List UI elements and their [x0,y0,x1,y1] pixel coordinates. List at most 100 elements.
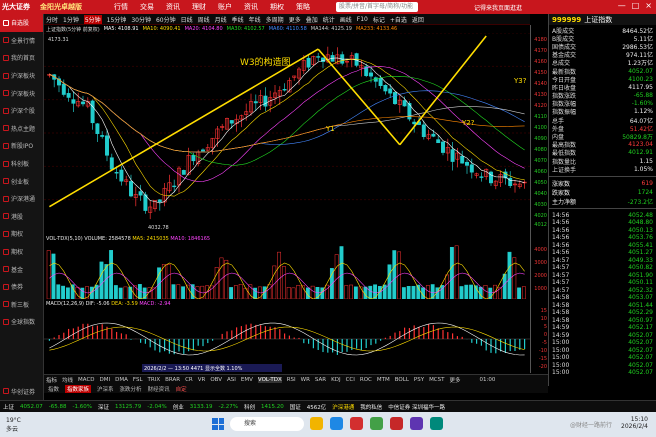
period-tab[interactable]: 1分钟 [63,15,79,24]
tick-list[interactable]: 14:56 4052.48 14:56 4048.80 14:56 4050.13 14:5… [549,211,656,377]
period-tab[interactable]: 周线 [198,15,210,24]
period-tab[interactable]: 多周期 [266,15,284,24]
app-icon[interactable] [430,417,443,430]
indicator-tab[interactable]: RSI [287,377,296,383]
period-tab[interactable]: 日线 [181,15,193,24]
stock-search-input[interactable]: 股票/拼音/首字母/简称/功能 [336,2,418,12]
indicator-tab[interactable]: TRIX [148,377,161,383]
sidebar-item[interactable]: 新三板 [0,296,43,314]
broker-app-icon[interactable] [390,417,403,430]
indicator-tab[interactable]: VR [198,377,206,383]
app-icon[interactable] [410,417,423,430]
close-icon[interactable]: × [645,1,652,10]
sidebar-item[interactable]: 自选股 [0,14,43,32]
period-tab[interactable]: 30分钟 [131,15,151,24]
weather-widget[interactable]: 19°C 多云 [0,417,60,433]
indicator-tab[interactable]: KDJ [331,377,340,383]
sidebar-item[interactable]: 全景行情 [0,32,43,50]
indicator-tab[interactable]: CR [185,377,193,383]
period-tab[interactable]: 5分钟 [83,14,102,24]
menu-item-options[interactable]: 期权 [270,2,284,12]
taskbar-search[interactable]: 搜索 [230,417,304,431]
indicator-tab[interactable]: ROC [360,377,372,383]
menu-item-news[interactable]: 资讯 [166,2,180,12]
sidebar-item[interactable]: 港股 [0,208,43,226]
menu-item-trade[interactable]: 交易 [140,2,154,12]
sub-tab[interactable]: 自定 [176,385,187,393]
indicator-tab[interactable]: FSL [133,377,143,383]
macd-bar [375,339,377,344]
sidebar-item[interactable]: 新股IPO [0,137,43,155]
sidebar-item[interactable]: 期权 [0,225,43,243]
indicator-tab[interactable]: DMA [115,377,128,383]
sidebar-item[interactable]: 沪深板块 [0,67,43,85]
tick-price: 4048.80 [628,219,653,227]
indicator-tab[interactable]: CCI [346,377,355,383]
indicator-tab[interactable]: BRAR [165,377,180,383]
file-explorer-icon[interactable] [310,417,323,430]
indicator-tab[interactable]: PSY [414,377,424,383]
indicator-tab[interactable]: OBV [210,377,222,383]
wechat-icon[interactable] [370,417,383,430]
sub-tab[interactable]: 涨跌分析 [120,385,142,393]
period-tab[interactable]: F10 [357,16,368,23]
sidebar-item-broker[interactable]: 华创证券 [0,382,44,400]
period-tab[interactable]: 画线 [340,15,352,24]
minimize-icon[interactable]: — [618,1,626,10]
period-tab[interactable]: 叠加 [306,15,318,24]
period-tab[interactable]: 返回 [412,15,424,24]
indicator-tab[interactable]: 均线 [62,376,73,384]
period-tab[interactable]: 统计 [323,15,335,24]
macd-chart[interactable]: 2026/2/2 — 13:50 4471 显示全数 1.10% [44,306,530,372]
indicator-tab[interactable]: MCST [429,377,444,383]
sub-tab[interactable]: 财经资讯 [148,385,170,393]
menu-item-account[interactable]: 账户 [218,2,232,12]
sidebar-item[interactable]: 沪深港通 [0,190,43,208]
menu-item-quotes[interactable]: 行情 [114,2,128,12]
period-tab[interactable]: 年线 [249,15,261,24]
indicator-tab[interactable]: 指标 [46,376,57,384]
menu-item-finance[interactable]: 理财 [192,2,206,12]
indicator-tab[interactable]: DMI [100,377,111,383]
indicator-tab[interactable]: 更多 [450,376,461,384]
sub-tab[interactable]: 指数 [48,385,59,393]
sidebar-item[interactable]: 热点主题 [0,120,43,138]
indicator-tab[interactable]: MTM [377,377,390,383]
sub-tab[interactable]: 沪深系 [97,385,114,393]
period-tab[interactable]: 15分钟 [107,15,127,24]
edge-icon[interactable] [330,417,343,430]
period-tab[interactable]: 月线 [215,15,227,24]
period-tab[interactable]: 60分钟 [156,15,176,24]
period-tab[interactable]: +自选 [390,15,407,24]
menu-item-info[interactable]: 资讯 [244,2,258,12]
kline-chart[interactable]: W3的构造图 Y1 Y2? Y3? 4173.31 4032.78 [44,33,530,233]
menu-item-strategy[interactable]: 策略 [296,2,310,12]
indicator-tab[interactable]: SAR [315,377,326,383]
maximize-icon[interactable]: □ [632,1,640,10]
system-clock[interactable]: 15:10 2026/2/4 [621,416,648,430]
period-tab[interactable]: 分时 [46,15,58,24]
period-tab[interactable]: 季线 [232,15,244,24]
windows-start-icon[interactable] [212,418,224,430]
office-icon[interactable] [350,417,363,430]
indicator-tab[interactable]: WR [301,377,310,383]
indicator-tab[interactable]: MACD [78,377,95,383]
sidebar-item[interactable]: 期权 [0,243,43,261]
indicator-tab[interactable]: ASI [227,377,236,383]
sidebar-item[interactable]: 沪深板块 [0,84,43,102]
sidebar-item[interactable]: 科创板 [0,155,43,173]
period-tab[interactable]: 更多 [289,15,301,24]
promo-text[interactable]: 记得来我页面逛逛 [474,3,522,12]
sidebar-item[interactable]: 债券 [0,278,43,296]
indicator-tab[interactable]: VOL-TDX [257,376,282,383]
sidebar-item[interactable]: 基金 [0,260,43,278]
volume-chart[interactable] [44,241,530,299]
indicator-tab[interactable]: BOLL [395,377,409,383]
indicator-tab[interactable]: EMV [241,377,253,383]
sub-tab[interactable]: 指数家族 [65,384,92,393]
period-tab[interactable]: 标记 [373,15,385,24]
sidebar-item[interactable]: 我的首页 [0,49,43,67]
sidebar-item[interactable]: 沪深个股 [0,102,43,120]
sidebar-item[interactable]: 创业板 [0,172,43,190]
sidebar-item[interactable]: 全球指数 [0,313,43,331]
